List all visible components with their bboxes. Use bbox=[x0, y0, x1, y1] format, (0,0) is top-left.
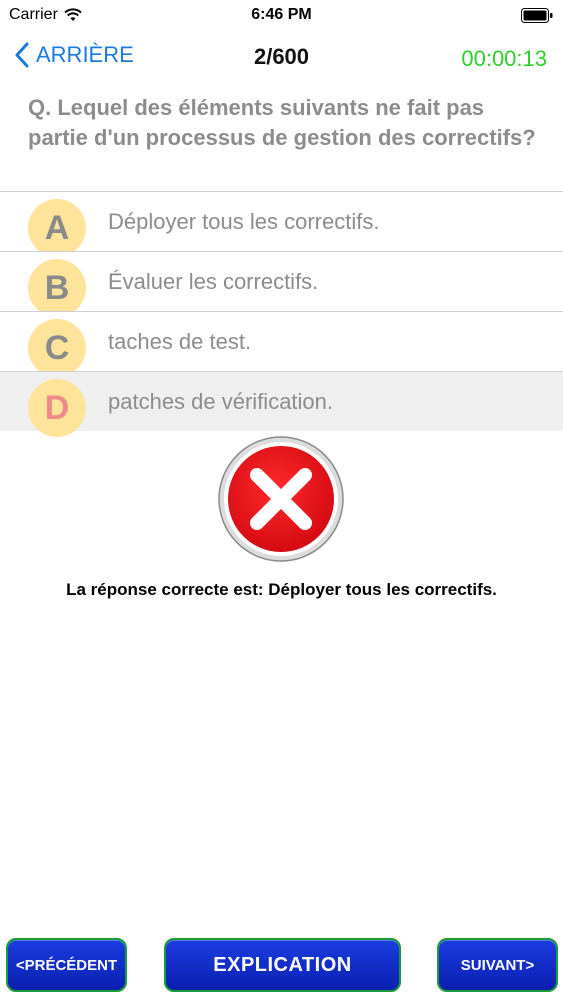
option-a-text: Déployer tous les correctifs. bbox=[108, 209, 380, 234]
option-d-text: patches de vérification. bbox=[108, 389, 334, 414]
next-button[interactable]: SUIVANT> bbox=[437, 938, 558, 992]
back-label: ARRIÈRE bbox=[36, 42, 134, 67]
previous-button[interactable]: <PRÉCÉDENT bbox=[6, 938, 127, 992]
chevron-left-icon bbox=[15, 42, 29, 68]
option-d-badge: D bbox=[28, 379, 86, 437]
option-d[interactable]: D patches de vérification. bbox=[0, 371, 563, 437]
answer-options: A Déployer tous les correctifs. B Évalue… bbox=[0, 191, 563, 437]
option-c-badge: C bbox=[28, 319, 86, 377]
option-b-text: Évaluer les correctifs. bbox=[108, 269, 319, 294]
option-a[interactable]: A Déployer tous les correctifs. bbox=[0, 191, 563, 257]
option-c-text: taches de test. bbox=[108, 329, 252, 354]
correct-answer-text: La réponse correcte est: Déployer tous l… bbox=[66, 580, 497, 599]
nav-bar: ARRIÈRE 2/600 00:00:13 bbox=[0, 30, 563, 86]
status-bar: Carrier 6:46 PM bbox=[0, 0, 563, 30]
option-c[interactable]: C taches de test. bbox=[0, 311, 563, 377]
battery-icon bbox=[521, 8, 553, 23]
back-button[interactable]: ARRIÈRE bbox=[14, 42, 134, 68]
option-b[interactable]: B Évaluer les correctifs. bbox=[0, 251, 563, 317]
wrong-x-icon bbox=[218, 436, 344, 562]
quiz-timer: 00:00:13 bbox=[461, 46, 547, 71]
status-time: 6:46 PM bbox=[251, 6, 312, 23]
option-b-badge: B bbox=[28, 259, 86, 317]
explanation-button[interactable]: EXPLICATION bbox=[164, 938, 401, 992]
question-text: Q. Lequel des éléments suivants ne fait … bbox=[28, 95, 536, 150]
option-a-badge: A bbox=[28, 199, 86, 257]
